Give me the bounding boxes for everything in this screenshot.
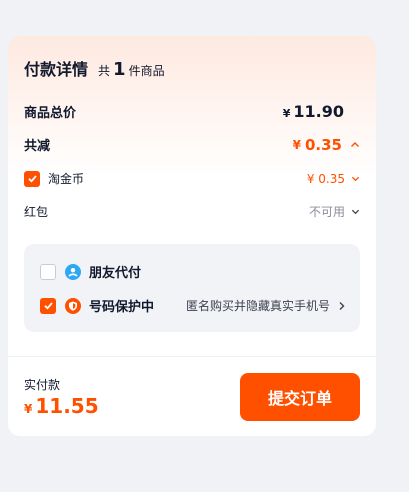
coins-value-button[interactable]: ¥ 0.35 <box>307 172 360 186</box>
friend-pay-icon <box>65 263 81 280</box>
discount-value[interactable]: ¥ 0.35 <box>293 136 360 154</box>
coins-value: ¥ 0.35 <box>306 171 345 186</box>
discount-currency: ¥ <box>292 137 301 152</box>
red-packet-label: 红包 <box>24 205 49 219</box>
total-price-row: 商品总价 ¥ 11.90 <box>24 102 360 121</box>
discount-label: 共减 <box>24 139 51 154</box>
red-packet-value: 不可用 <box>308 205 345 219</box>
pay-amount: ¥ 11.55 <box>24 394 99 418</box>
pay-currency: ¥ <box>24 402 33 416</box>
coins-label: 淘金币 <box>48 172 85 186</box>
pay-label: 实付款 <box>24 378 61 392</box>
total-currency: ¥ <box>282 107 291 120</box>
total-amount: 11.90 <box>293 102 344 121</box>
number-protect-label: 号码保护中 <box>89 300 155 315</box>
discount-amount: 0.35 <box>304 135 342 154</box>
page-title: 付款详情 <box>24 60 89 79</box>
check-icon <box>43 302 53 310</box>
chevron-up-icon[interactable] <box>350 140 360 150</box>
extra-options-panel: 朋友代付 号码保护中 匿名购买并隐藏真实手机号 <box>24 244 360 332</box>
footer-divider <box>8 356 376 357</box>
item-count-suffix: 件商品 <box>128 64 165 78</box>
payment-details-card: 付款详情 共 1 件商品 商品总价 ¥ 11.90 共减 ¥ 0.35 淘金币 … <box>8 36 376 436</box>
payment-header: 付款详情 共 1 件商品 <box>24 56 165 80</box>
shield-icon <box>65 297 81 314</box>
discount-row[interactable]: 共减 ¥ 0.35 <box>24 135 360 154</box>
chevron-down-icon <box>351 209 360 215</box>
friend-pay-checkbox[interactable] <box>40 263 56 280</box>
red-packet-row: 红包 不可用 <box>24 203 360 220</box>
friend-pay-option[interactable]: 朋友代付 <box>40 262 346 281</box>
chevron-right-icon <box>339 301 345 310</box>
number-protect-detail: 匿名购买并隐藏真实手机号 <box>185 299 330 313</box>
total-price: ¥ 11.90 <box>283 102 344 121</box>
number-protect-checkbox[interactable] <box>40 297 56 314</box>
coins-row: 淘金币 ¥ 0.35 <box>24 170 360 187</box>
pay-amount-value: 11.55 <box>35 394 99 418</box>
number-protect-detail-button[interactable]: 匿名购买并隐藏真实手机号 <box>186 297 346 314</box>
check-icon <box>27 175 37 183</box>
item-count: 共 1 件商品 <box>98 59 165 80</box>
chevron-down-icon <box>351 176 360 182</box>
item-count-number: 1 <box>113 59 126 80</box>
submit-order-button[interactable]: 提交订单 <box>240 373 360 421</box>
red-packet-value-button[interactable]: 不可用 <box>309 203 360 220</box>
coins-toggle[interactable]: 淘金币 <box>24 170 84 187</box>
item-count-prefix: 共 <box>98 64 111 78</box>
total-price-label: 商品总价 <box>24 106 77 121</box>
coins-checkbox[interactable] <box>24 170 40 187</box>
friend-pay-label: 朋友代付 <box>89 266 142 281</box>
number-protect-option[interactable]: 号码保护中 匿名购买并隐藏真实手机号 <box>40 296 346 315</box>
